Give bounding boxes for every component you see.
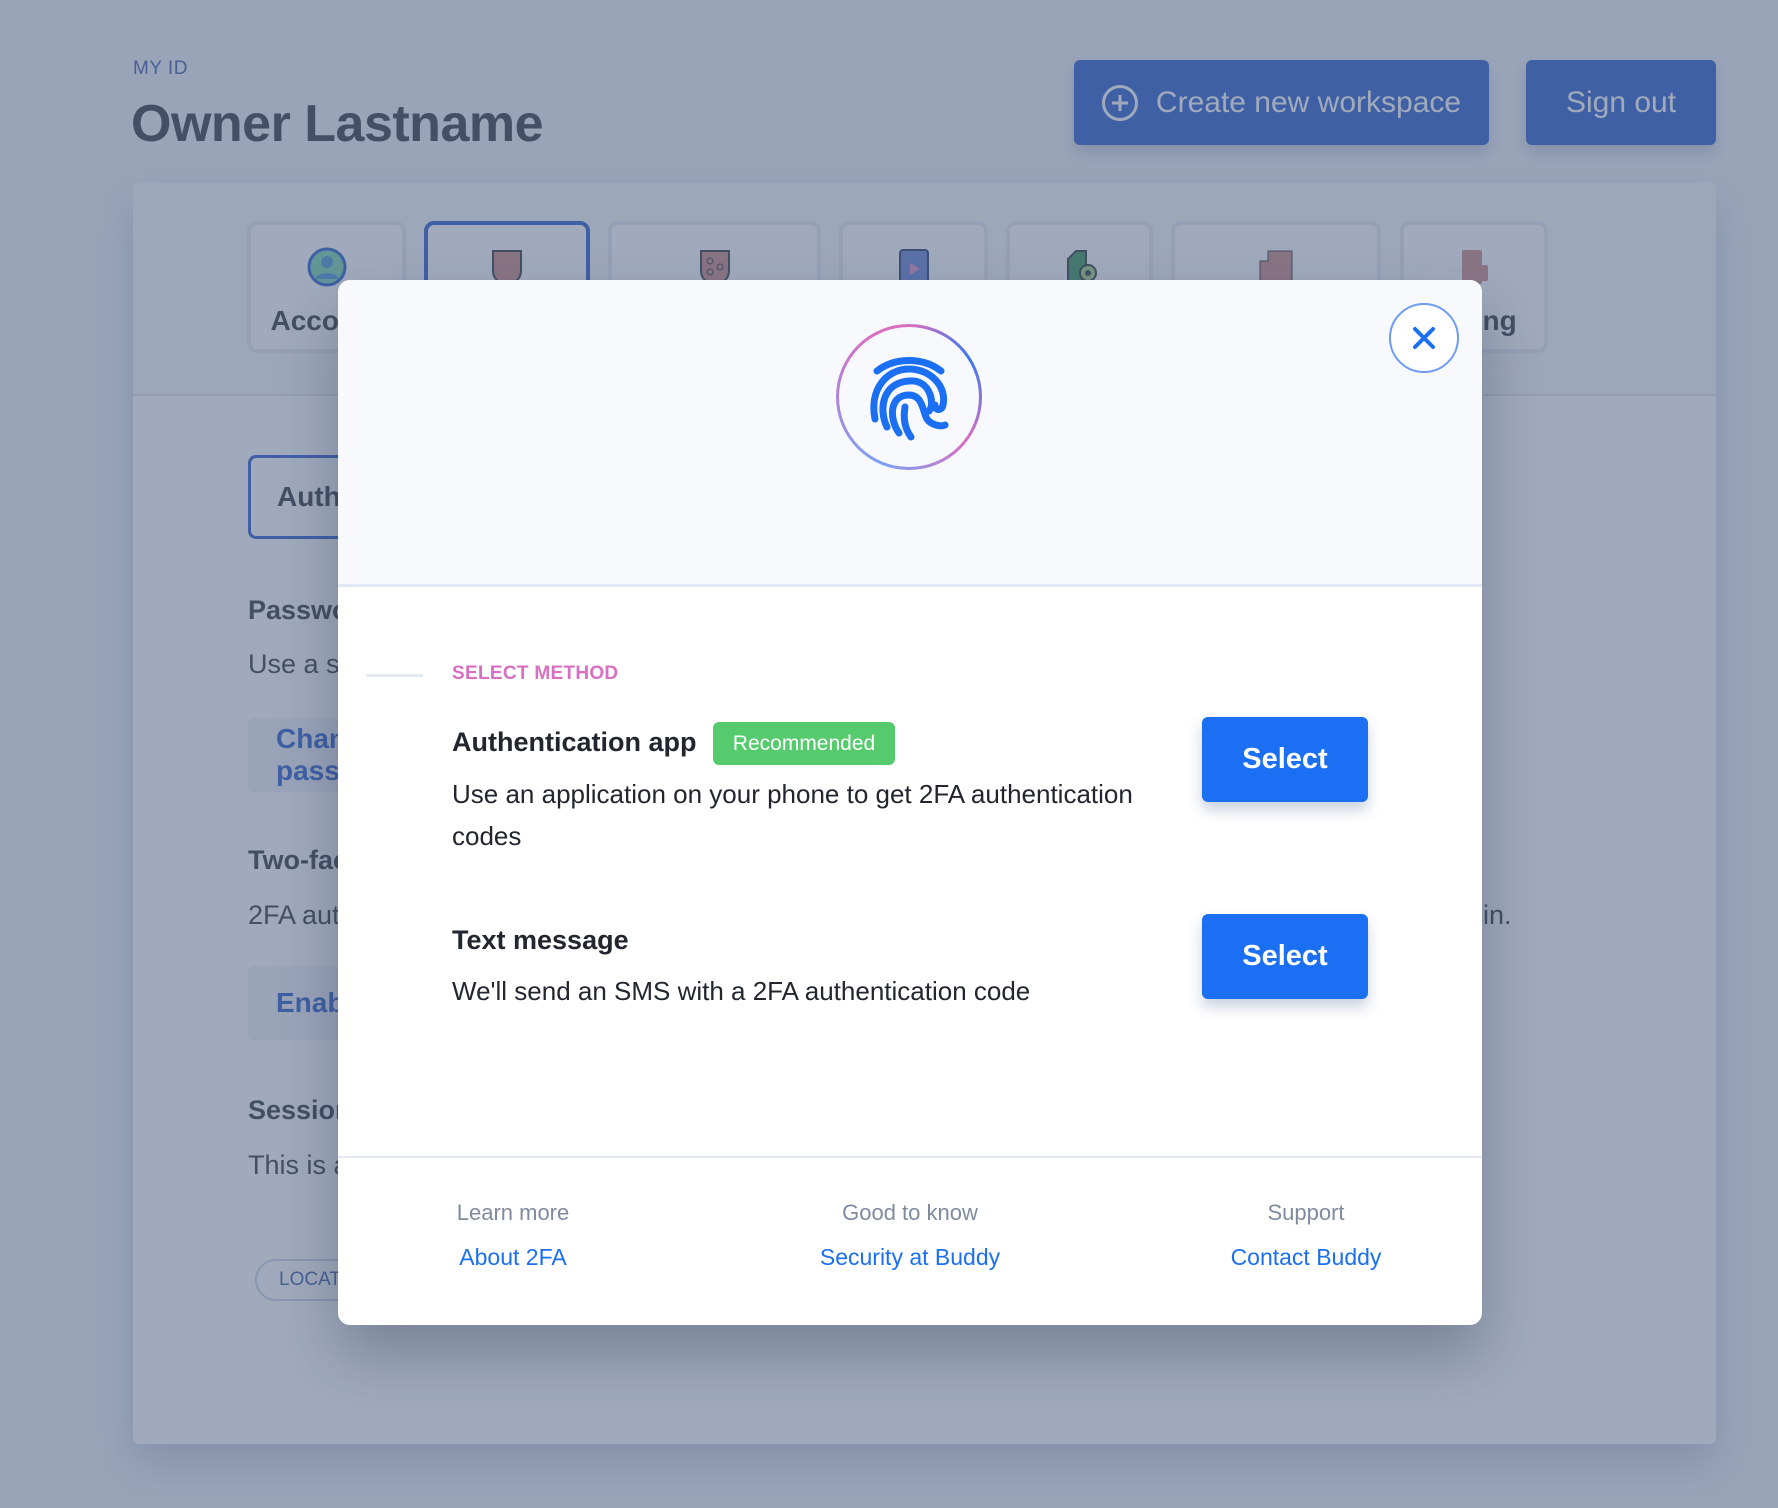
footer-label: Good to know — [842, 1200, 978, 1225]
modal-header — [338, 280, 1482, 587]
method-desc-auth-app: Use an application on your phone to get … — [452, 779, 1133, 851]
select-2fa-method-modal: SELECT METHOD Authentication app Recomme… — [338, 280, 1482, 1325]
select-text-message-button[interactable]: Select — [1202, 914, 1368, 999]
method-desc-text-message: We'll send an SMS with a 2FA authenticat… — [452, 976, 1031, 1006]
close-button[interactable] — [1389, 303, 1459, 373]
security-at-buddy-link[interactable]: Security at Buddy — [760, 1244, 1060, 1271]
footer-learn-more: Learn more About 2FA — [363, 1200, 663, 1271]
method-title-auth-app: Authentication app — [452, 727, 697, 757]
fingerprint-icon — [870, 357, 949, 441]
footer-divider — [338, 1156, 1482, 1158]
footer-label: Learn more — [456, 1200, 570, 1225]
footer-label: Support — [1267, 1200, 1345, 1225]
about-2fa-link[interactable]: About 2FA — [363, 1244, 663, 1271]
close-icon — [1413, 327, 1435, 349]
select-auth-app-button[interactable]: Select — [1202, 717, 1368, 802]
method-title-text-message: Text message — [452, 925, 629, 955]
footer-support: Support Contact Buddy — [1156, 1200, 1456, 1271]
contact-buddy-link[interactable]: Contact Buddy — [1156, 1244, 1456, 1271]
recommended-badge: Recommended — [713, 722, 895, 765]
fingerprint-badge — [836, 324, 982, 470]
section-divider — [366, 674, 423, 677]
section-label: SELECT METHOD — [452, 663, 619, 684]
footer-good-to-know: Good to know Security at Buddy — [760, 1200, 1060, 1271]
